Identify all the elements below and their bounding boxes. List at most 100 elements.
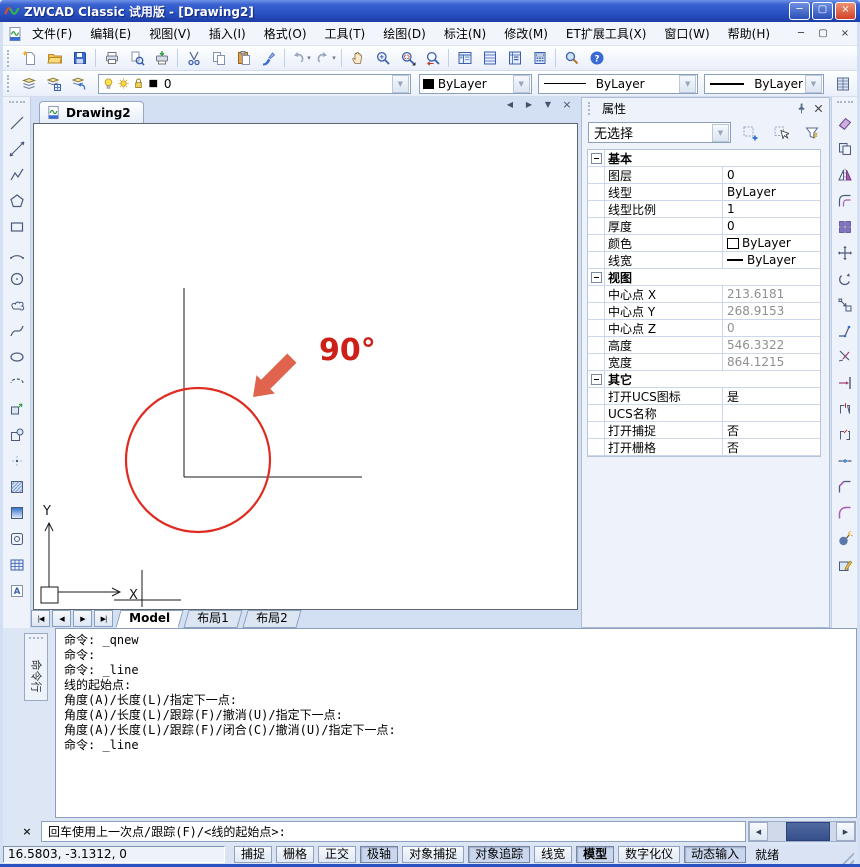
status-toggle-osnap[interactable]: 对象捕捉 <box>402 846 464 863</box>
tool-layer-previous-button[interactable] <box>67 72 92 96</box>
menu-insert[interactable]: 插入(I) <box>200 22 255 45</box>
prop-value-cell[interactable]: 1 <box>723 202 820 216</box>
tool-tool-palettes-button[interactable] <box>477 46 502 70</box>
menu-format[interactable]: 格式(O) <box>255 22 316 45</box>
status-toggle-snap[interactable]: 捕捉 <box>234 846 272 863</box>
toolbar-grip[interactable] <box>7 75 13 92</box>
chevron-down-icon[interactable]: ▼ <box>805 75 822 93</box>
layer-combo[interactable]: 0 ▼ <box>98 74 411 94</box>
mdi-minimize-button[interactable]: ─ <box>793 28 809 39</box>
toolbar-grip[interactable] <box>837 101 853 107</box>
tool-scale-button[interactable] <box>832 292 857 318</box>
toolbar-grip[interactable] <box>9 101 25 107</box>
tool-polygon-button[interactable] <box>4 188 29 214</box>
menu-view[interactable]: 视图(V) <box>140 22 200 45</box>
tool-properties-toggle-button[interactable] <box>830 72 855 96</box>
prop-value-cell[interactable]: ByLayer <box>723 253 820 267</box>
command-scrollbar[interactable]: ◀ ▶ <box>748 821 856 842</box>
tool-rotate-button[interactable] <box>832 266 857 292</box>
menu-help[interactable]: 帮助(H) <box>719 22 779 45</box>
status-toggle-model[interactable]: 模型 <box>576 846 614 863</box>
scroll-right-icon[interactable]: ▶ <box>836 822 855 841</box>
tool-layer-states-button[interactable] <box>42 72 67 96</box>
layout-nav-next-button[interactable]: ▶ <box>73 610 92 627</box>
scroll-right-button[interactable]: ▶ <box>523 100 535 110</box>
tool-break-button[interactable] <box>832 422 857 448</box>
tool-new-button[interactable] <box>17 46 42 70</box>
tab-menu-button[interactable]: ▼ <box>542 100 554 110</box>
chevron-down-icon[interactable]: ▾ <box>332 54 336 62</box>
palette-grip[interactable] <box>588 102 594 115</box>
pin-icon[interactable] <box>795 102 808 115</box>
tool-arc-button[interactable] <box>4 240 29 266</box>
status-toggle-otrack[interactable]: 对象追踪 <box>468 846 530 863</box>
status-toggle-lineweight[interactable]: 线宽 <box>534 846 572 863</box>
tool-region-button[interactable] <box>4 526 29 552</box>
tool-array-button[interactable] <box>832 214 857 240</box>
tool-rectangle-button[interactable] <box>4 214 29 240</box>
prop-value-cell[interactable]: 546.3322 <box>723 338 820 352</box>
tool-paste-button[interactable] <box>231 46 256 70</box>
prop-value-cell[interactable]: 0 <box>723 219 820 233</box>
tool-redo-button[interactable]: ▾ <box>313 46 338 70</box>
tool-mirror-button[interactable] <box>832 162 857 188</box>
tool-extend-button[interactable] <box>832 370 857 396</box>
command-input[interactable]: 回车使用上一次点/跟踪(F)/<线的起始点>: <box>41 821 746 842</box>
prop-value-cell[interactable]: 268.9153 <box>723 304 820 318</box>
scroll-left-button[interactable]: ◀ <box>504 100 516 110</box>
prop-value-cell[interactable]: 是 <box>723 388 820 405</box>
tool-ellipse-button[interactable] <box>4 344 29 370</box>
tool-trim-button[interactable] <box>832 344 857 370</box>
mdi-restore-button[interactable]: ▢ <box>815 28 831 39</box>
status-toggle-ortho[interactable]: 正交 <box>318 846 356 863</box>
tool-polyline-button[interactable] <box>4 162 29 188</box>
tool-ellipse-arc-button[interactable] <box>4 370 29 396</box>
palette-grip[interactable] <box>29 637 43 643</box>
layout-nav-last-button[interactable]: ▶| <box>94 610 113 627</box>
tool-zoom-realtime-button[interactable] <box>370 46 395 70</box>
collapse-icon[interactable] <box>591 272 602 283</box>
tool-help-button[interactable]: ? <box>584 46 609 70</box>
tool-fillet-button[interactable] <box>832 500 857 526</box>
layout-tab-2[interactable]: 布局2 <box>242 610 301 628</box>
lineweight-combo[interactable]: ByLayer ▼ <box>704 74 824 94</box>
tool-plot-button[interactable] <box>149 46 174 70</box>
command-history[interactable]: 命令: _qnew命令:命令: _line线的起始点:角度(A)/长度(L)/指… <box>55 628 857 818</box>
resize-grip[interactable] <box>841 851 854 864</box>
menu-edit[interactable]: 编辑(E) <box>81 22 140 45</box>
close-button[interactable]: × <box>835 2 856 20</box>
command-window-tab[interactable]: 命令行 <box>24 633 48 701</box>
tool-circle-button[interactable] <box>4 266 29 292</box>
tool-print-preview-button[interactable] <box>124 46 149 70</box>
chevron-down-icon[interactable]: ▼ <box>679 75 696 93</box>
tool-pan-button[interactable] <box>345 46 370 70</box>
status-toggle-grid[interactable]: 栅格 <box>276 846 314 863</box>
tool-construction-line-button[interactable] <box>4 136 29 162</box>
layout-nav-first-button[interactable]: |◀ <box>31 610 50 627</box>
tool-join-button[interactable] <box>832 448 857 474</box>
menu-window[interactable]: 窗口(W) <box>655 22 718 45</box>
prop-value-cell[interactable]: 213.6181 <box>723 287 820 301</box>
tool-find-button[interactable] <box>559 46 584 70</box>
collapse-icon[interactable] <box>591 153 602 164</box>
tool-quick-select-button[interactable] <box>738 121 761 144</box>
tool-undo-button[interactable]: ▾ <box>288 46 313 70</box>
tool-open-button[interactable] <box>42 46 67 70</box>
chevron-down-icon[interactable]: ▼ <box>392 75 409 93</box>
selection-filter-combo[interactable]: 无选择 ▼ <box>588 122 731 143</box>
tool-copy-object-button[interactable] <box>832 136 857 162</box>
menu-dimension[interactable]: 标注(N) <box>435 22 495 45</box>
tool-chamfer-button[interactable] <box>832 474 857 500</box>
tool-cut-button[interactable] <box>181 46 206 70</box>
tool-design-center-button[interactable] <box>452 46 477 70</box>
collapse-icon[interactable] <box>591 374 602 385</box>
status-toggle-polar[interactable]: 极轴 <box>360 846 398 863</box>
drawing-canvas[interactable]: 90° Y X <box>33 123 578 610</box>
tool-print-button[interactable] <box>99 46 124 70</box>
status-toggle-tablet[interactable]: 数字化仪 <box>618 846 680 863</box>
tool-hatch-button[interactable] <box>4 474 29 500</box>
tool-sheet-set-manager-button[interactable] <box>502 46 527 70</box>
linetype-combo[interactable]: ByLayer ▼ <box>538 74 698 94</box>
close-icon[interactable] <box>812 102 825 115</box>
tool-point-button[interactable] <box>4 448 29 474</box>
